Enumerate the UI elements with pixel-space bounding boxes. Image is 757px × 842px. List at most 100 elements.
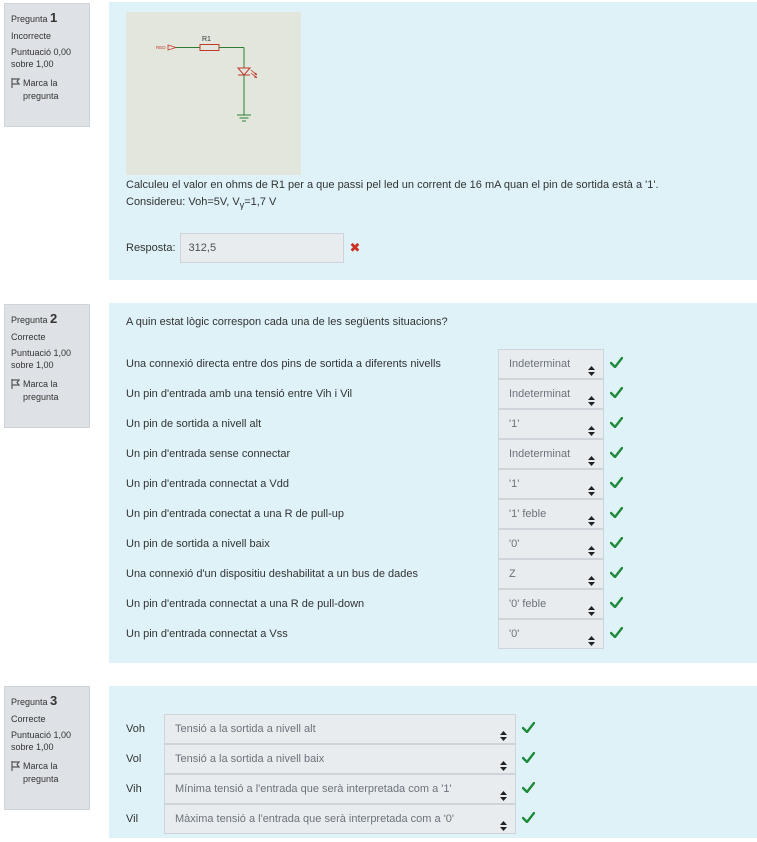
answer-select[interactable]: '0' — [498, 619, 604, 649]
answer-select[interactable]: Mínima tensió a l'entrada que serà inter… — [164, 774, 516, 804]
match-label: Un pin d'entrada sense connectar — [126, 448, 291, 460]
match-label: Una connexió d'un dispositiu deshabilita… — [126, 568, 418, 580]
flag-icon — [11, 77, 20, 88]
question-info-1: Pregunta 1 Incorrecte Puntuació 0,00 sobr… — [4, 3, 90, 127]
match-row: Un pin d'entrada sense connectar Indeterm… — [109, 439, 757, 469]
question-content-3: Voh Tensió a la sortida a nivell alt Vol Te… — [109, 686, 757, 838]
circuit-diagram: RED R1 — [126, 12, 301, 175]
answer-select[interactable]: '1' — [498, 469, 604, 499]
correct-check-icon — [521, 811, 536, 826]
question-text: Calculeu el valor en ohms de R1 per a qu… — [126, 179, 659, 211]
question-grade: Puntuació 0,00 sobre 1,00 — [11, 46, 72, 70]
answer-select[interactable]: Indeterminat — [498, 349, 604, 379]
answer-select[interactable]: Tensió a la sortida a nivell baix — [164, 744, 516, 774]
flag-question-link[interactable]: Marca la pregunta — [11, 378, 83, 403]
question-content-1: RED R1 Calculeu el valor en ohms de R1 p… — [109, 2, 757, 280]
match-row: Un pin d'entrada connectat a Vdd '1' — [109, 469, 757, 499]
correct-check-icon — [609, 386, 624, 401]
answer-select[interactable]: '1' — [498, 409, 604, 439]
question-state: Correcte — [11, 332, 46, 343]
answer-select-value: '0' — [509, 538, 520, 550]
circuit-label-r1: R1 — [202, 36, 211, 43]
answer-select[interactable]: Tensió a la sortida a nivell alt — [164, 714, 516, 744]
answer-select[interactable]: Indeterminat — [498, 439, 604, 469]
match-label: Vil — [126, 813, 139, 825]
question-state: Incorrecte — [11, 31, 52, 42]
answer-select-value: Indeterminat — [509, 388, 571, 400]
circuit-label-red: RED — [156, 45, 166, 50]
answer-select[interactable]: '1' feble — [498, 499, 604, 529]
answer-select[interactable]: Indeterminat — [498, 379, 604, 409]
answer-select[interactable]: Màxima tensió a l'entrada que serà inter… — [164, 804, 516, 834]
flag-icon — [11, 760, 20, 771]
question-number: Pregunta 2 — [11, 311, 58, 326]
flag-question-link[interactable]: Marca la pregunta — [11, 760, 83, 785]
question-grade: Puntuació 1,00 sobre 1,00 — [11, 729, 72, 753]
incorrect-icon: ✖ — [349, 240, 361, 255]
answer-select-value: '1' — [509, 418, 520, 430]
match-label: Vih — [126, 783, 142, 795]
match-row: Vih Mínima tensió a l'entrada que serà in… — [109, 774, 757, 804]
answer-select-value: Mínima tensió a l'entrada que serà inter… — [175, 783, 452, 795]
question-prompt: A quin estat lògic correspon cada una de… — [126, 316, 448, 328]
match-label: Un pin d'entrada connectat a una R de pu… — [126, 598, 365, 610]
match-label: Un pin d'entrada connectat a Vss — [126, 628, 288, 640]
correct-check-icon — [609, 356, 624, 371]
answer-label: Resposta: — [126, 242, 176, 254]
question-state: Correcte — [11, 714, 46, 725]
match-label: Un pin de sortida a nivell alt — [126, 418, 262, 430]
match-label: Una connexió directa entre dos pins de s… — [126, 358, 441, 370]
answer-select[interactable]: '0' — [498, 529, 604, 559]
match-row: Una connexió directa entre dos pins de s… — [109, 349, 757, 379]
correct-check-icon — [609, 536, 624, 551]
answer-row: Resposta: 312,5 ✖ — [126, 233, 360, 263]
flag-question-link[interactable]: Marca la pregunta — [11, 77, 83, 102]
flag-icon — [11, 378, 20, 389]
answer-input[interactable]: 312,5 — [179, 233, 344, 263]
answer-select[interactable]: Z — [498, 559, 604, 589]
match-label: Voh — [126, 723, 145, 735]
answer-select-value: '1' feble — [509, 508, 547, 520]
correct-check-icon — [609, 566, 624, 581]
correct-check-icon — [609, 416, 624, 431]
match-row: Un pin d'entrada connectat a una R de pu… — [109, 589, 757, 619]
match-row: Un pin d'entrada amb una tensió entre Vi… — [109, 379, 757, 409]
match-row: Un pin de sortida a nivell alt '1' — [109, 409, 757, 439]
match-row: Voh Tensió a la sortida a nivell alt — [109, 714, 757, 744]
output-pin-arrow — [167, 44, 178, 51]
correct-check-icon — [609, 626, 624, 641]
question-number: Pregunta 3 — [11, 693, 58, 708]
answer-select-value: Indeterminat — [509, 448, 571, 460]
correct-check-icon — [609, 476, 624, 491]
answer-select-value: Tensió a la sortida a nivell alt — [175, 723, 316, 735]
answer-select-value: Tensió a la sortida a nivell baix — [175, 753, 325, 765]
answer-select-value: Z — [509, 568, 516, 580]
correct-check-icon — [609, 446, 624, 461]
led-diode — [236, 67, 252, 76]
match-row: Una connexió d'un dispositiu deshabilita… — [109, 559, 757, 589]
question-number: Pregunta 1 — [11, 10, 58, 25]
question-info-3: Pregunta 3 Correcte Puntuació 1,00 sobre … — [4, 686, 90, 810]
match-label: Un pin d'entrada amb una tensió entre Vi… — [126, 388, 353, 400]
match-row: Un pin d'entrada connectat a Vss '0' — [109, 619, 757, 649]
answer-select-value: Indeterminat — [509, 358, 571, 370]
answer-select-value: '0' — [509, 628, 520, 640]
correct-check-icon — [521, 721, 536, 736]
match-label: Vol — [126, 753, 142, 765]
match-row: Vil Màxima tensió a l'entrada que serà in… — [109, 804, 757, 834]
answer-select-value: '1' — [509, 478, 520, 490]
question-info-2: Pregunta 2 Correcte Puntuació 1,00 sobre … — [4, 304, 90, 428]
answer-select-value: Màxima tensió a l'entrada que serà inter… — [175, 813, 455, 825]
resistor-r1 — [199, 44, 220, 51]
match-row: Un pin d'entrada conectat a una R de pul… — [109, 499, 757, 529]
correct-check-icon — [521, 781, 536, 796]
answer-select-value: '0' feble — [509, 598, 547, 610]
match-label: Un pin d'entrada connectat a Vdd — [126, 478, 289, 490]
question-grade: Puntuació 1,00 sobre 1,00 — [11, 347, 72, 371]
match-row: Vol Tensió a la sortida a nivell baix — [109, 744, 757, 774]
question-content-2: A quin estat lògic correspon cada una de… — [109, 303, 757, 663]
answer-select[interactable]: '0' feble — [498, 589, 604, 619]
correct-check-icon — [609, 596, 624, 611]
select-caret-icon — [588, 629, 595, 657]
match-label: Un pin de sortida a nivell baix — [126, 538, 270, 550]
